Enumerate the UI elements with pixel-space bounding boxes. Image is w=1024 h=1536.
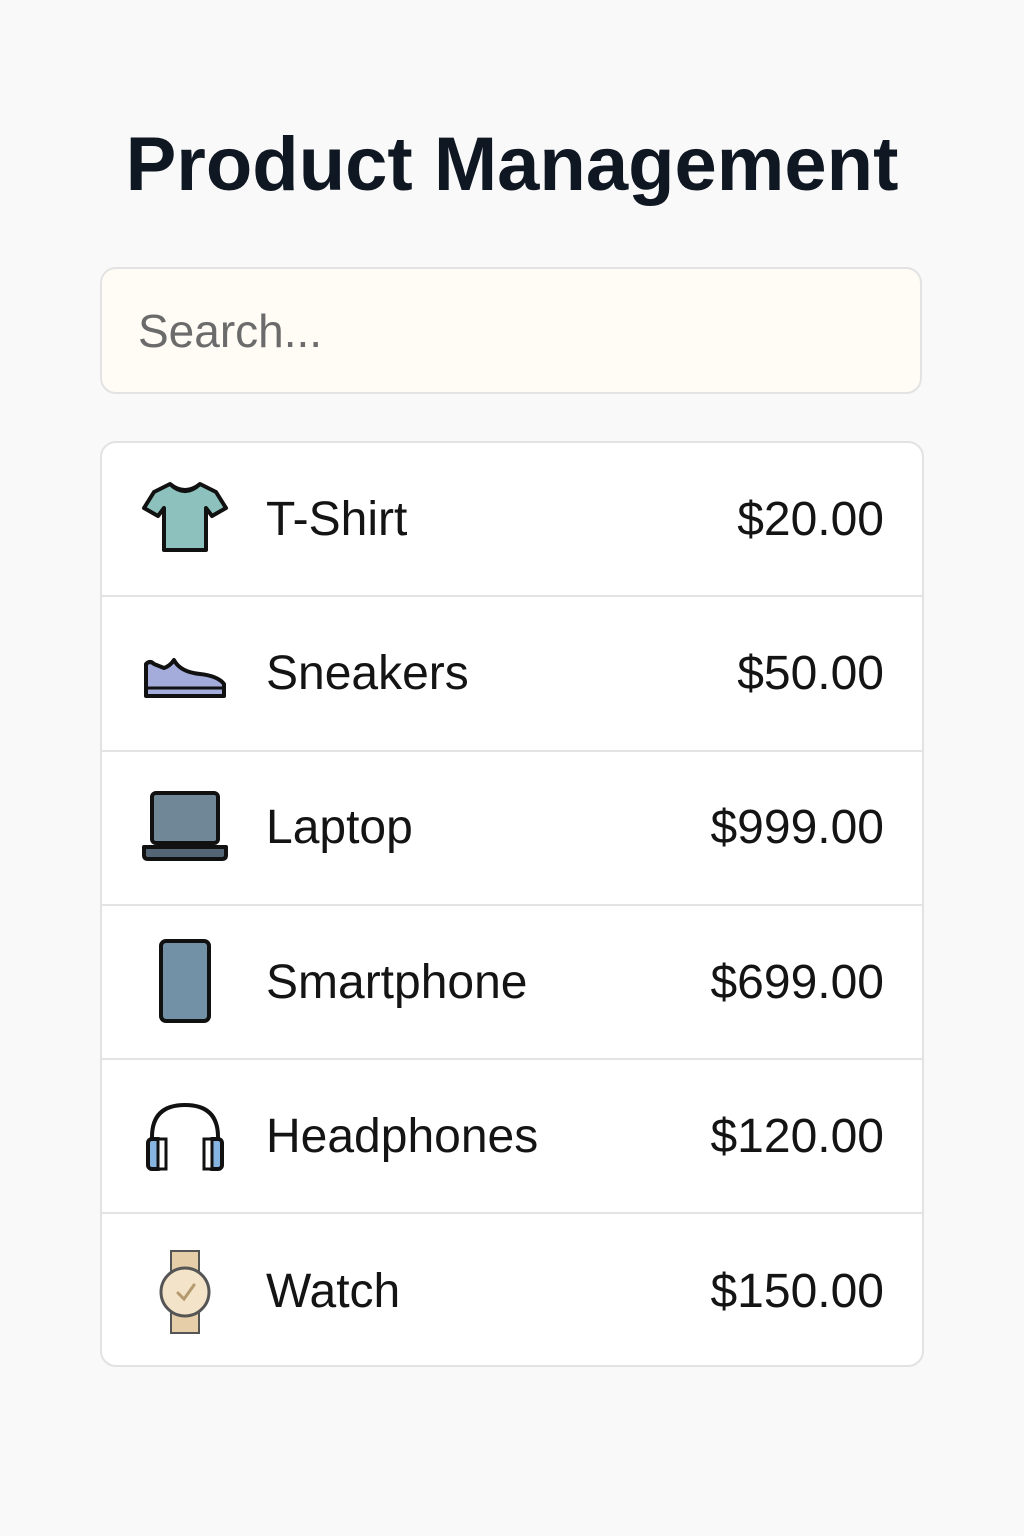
search-input[interactable] (102, 269, 920, 392)
t-shirt-icon (140, 474, 230, 564)
product-price: $150.00 (710, 1265, 884, 1319)
product-row-smartphone[interactable]: Smartphone $699.00 (102, 906, 922, 1061)
product-name: Smartphone (266, 955, 528, 1009)
product-row-sneakers[interactable]: Sneakers $50.00 (102, 597, 922, 752)
product-row-headphones[interactable]: Headphones $120.00 (102, 1060, 922, 1215)
product-name: Laptop (266, 801, 413, 855)
product-name: Watch (266, 1265, 401, 1319)
search-box[interactable] (100, 267, 922, 394)
page-title: Product Management (125, 122, 899, 207)
product-price: $120.00 (710, 1109, 884, 1163)
product-name: Headphones (266, 1109, 539, 1163)
product-row-laptop[interactable]: Laptop $999.00 (102, 752, 922, 906)
product-price: $20.00 (737, 492, 884, 546)
sneakers-icon (140, 628, 230, 718)
smartphone-icon (140, 937, 230, 1027)
product-price: $699.00 (710, 955, 884, 1009)
watch-icon (140, 1247, 230, 1337)
product-row-t-shirt[interactable]: T-Shirt $20.00 (102, 443, 922, 598)
product-list: T-Shirt $20.00 Sneakers $50.00 Laptop $9… (100, 441, 924, 1367)
laptop-icon (140, 783, 230, 873)
product-name: Sneakers (266, 646, 469, 700)
headphones-icon (140, 1091, 230, 1181)
product-price: $999.00 (710, 801, 884, 855)
product-name: T-Shirt (266, 492, 408, 546)
product-price: $50.00 (737, 646, 884, 700)
product-row-watch[interactable]: Watch $150.00 (102, 1214, 922, 1365)
